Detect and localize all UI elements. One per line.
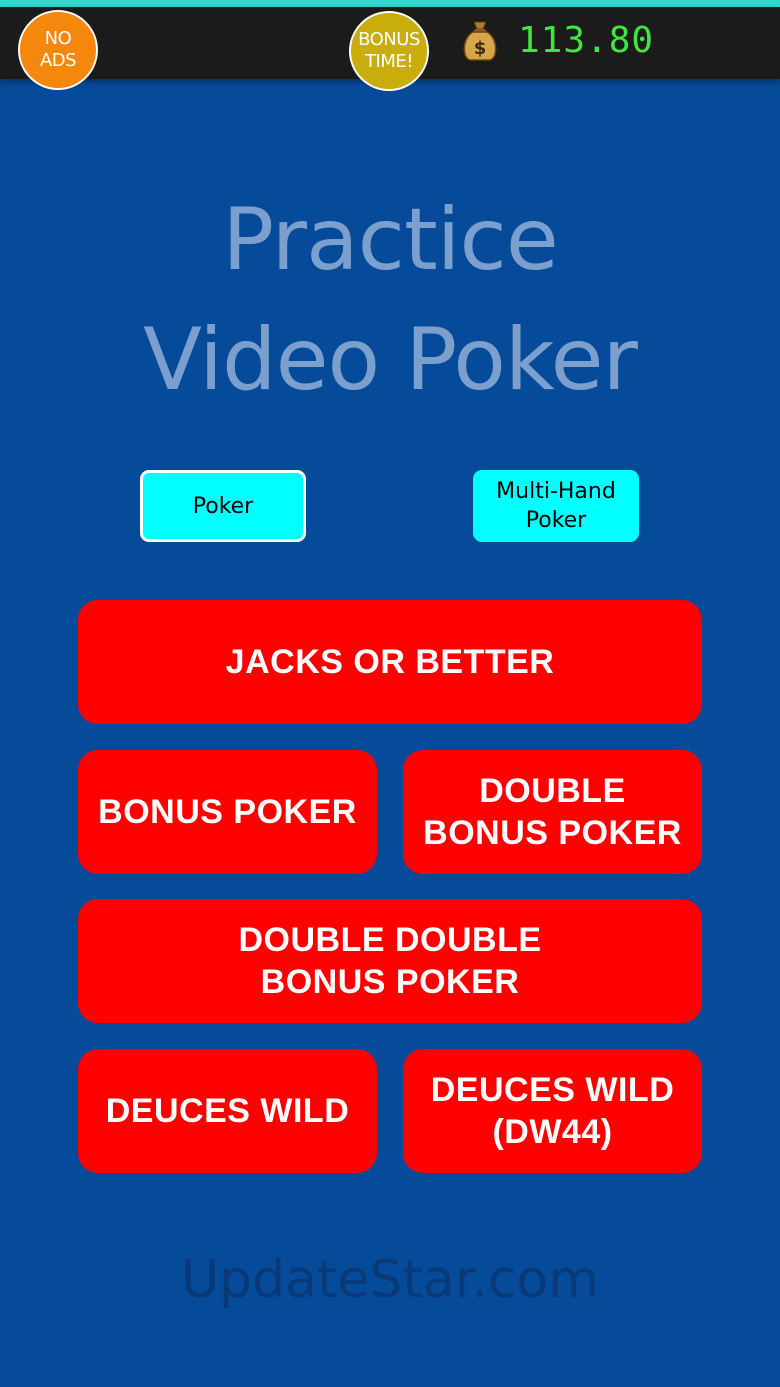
money-bag-icon: $: [460, 18, 500, 62]
deuces-wild-button[interactable]: DEUCES WILD: [78, 1049, 377, 1173]
double-bonus-poker-button[interactable]: DOUBLE BONUS POKER: [403, 750, 702, 874]
bonus-poker-button[interactable]: BONUS POKER: [78, 750, 377, 874]
no-ads-button[interactable]: NO ADS: [18, 10, 98, 90]
poker-mode-button[interactable]: Poker: [140, 470, 306, 542]
coin-balance: 113.80: [518, 19, 655, 61]
svg-text:$: $: [474, 38, 487, 59]
balance-display: $ 113.80: [460, 18, 654, 62]
top-accent-strip: [0, 0, 780, 7]
jacks-or-better-button[interactable]: JACKS OR BETTER: [78, 600, 702, 724]
title-line-2: Video Poker: [143, 310, 638, 410]
watermark: UpdateStar.com: [181, 1250, 599, 1310]
title-line-1: Practice: [222, 190, 559, 290]
page-title: Practice Video Poker: [0, 180, 780, 420]
double-double-bonus-poker-button[interactable]: DOUBLE DOUBLE BONUS POKER: [78, 899, 702, 1023]
deuces-wild-dw44-button[interactable]: DEUCES WILD (DW44): [403, 1049, 702, 1173]
multi-hand-poker-mode-button[interactable]: Multi-Hand Poker: [473, 470, 639, 542]
bonus-time-button[interactable]: BONUS TIME!: [349, 11, 429, 91]
